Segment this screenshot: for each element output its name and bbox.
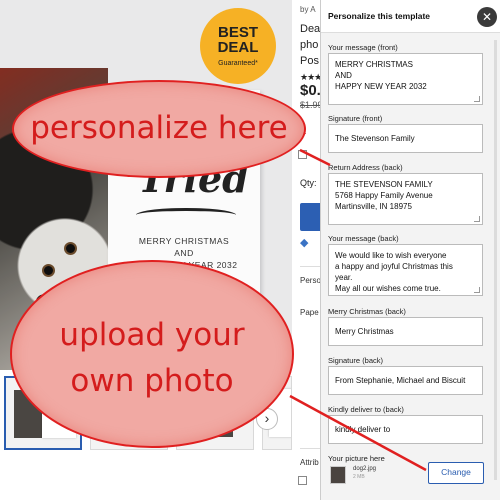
page: Tried MERRY CHRISTMAS AND HAPPY NEW YEAR… <box>0 0 500 500</box>
arrow-to-change-button <box>289 394 427 472</box>
annotation-personalize-text: personalize here <box>30 110 288 146</box>
arrow-to-panel <box>299 148 331 167</box>
annotation-upload-line-2: own photo <box>70 363 234 399</box>
annotation-upload-line-1: upload your <box>59 317 245 353</box>
annotation-upload-text: upload your own photo <box>10 312 294 404</box>
